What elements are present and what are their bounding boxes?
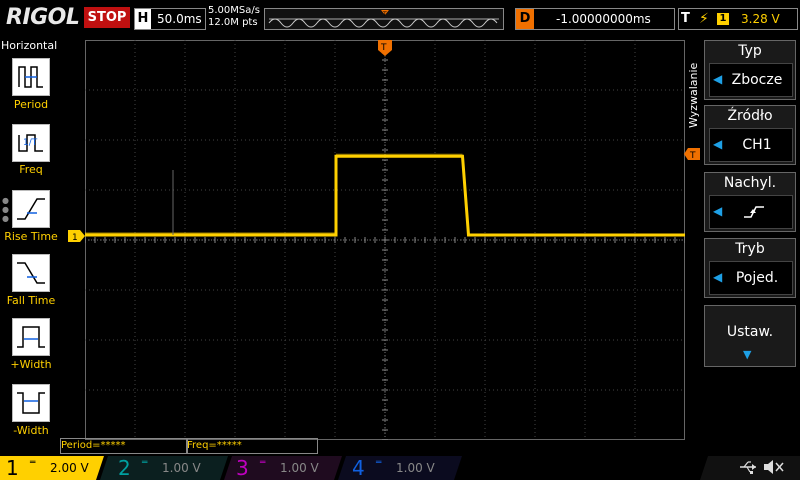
trigger-settings-header: Ustaw. [726, 324, 774, 340]
ch1-scale[interactable]: 1 ═ 2.00 V [0, 456, 100, 480]
dc-coupling-icon: ═ [376, 458, 382, 468]
ch4-scale[interactable]: 4 ═ 1.00 V [346, 456, 456, 480]
selector-arrow-icon: ◀ [713, 204, 723, 218]
negative-width-icon [17, 392, 45, 414]
svg-text:T: T [380, 43, 387, 53]
trigger-slope-softkey[interactable]: Nachyl. ◀ [704, 172, 796, 232]
fall-time-icon [17, 262, 45, 284]
svg-text:Wyzwalanie: Wyzwalanie [687, 62, 700, 128]
ch2-scale[interactable]: 2 ═ 1.00 V [112, 456, 222, 480]
period-icon [18, 66, 43, 88]
rise-time-label: Rise Time [4, 230, 58, 243]
ch1-offset-marker[interactable]: 1 [68, 230, 86, 242]
negative-width-label: -Width [13, 424, 49, 437]
svg-text:T: T [382, 11, 387, 18]
trigger-level-marker[interactable]: T [684, 148, 700, 160]
trigger-channel-badge: 1 [717, 13, 729, 25]
speaker-muted-icon[interactable] [762, 458, 786, 476]
measure-negative-width-button[interactable] [12, 384, 50, 422]
trigger-source-value: CH1 [742, 137, 772, 153]
trigger-source-header: Źródło [727, 108, 773, 124]
measure-freq-button[interactable]: 1/T [12, 124, 50, 162]
measure-period-button[interactable] [12, 58, 50, 96]
measure-freq-result: Freq=***** [186, 438, 318, 454]
period-label: Period [13, 98, 49, 111]
trigger-type-header: Typ [738, 43, 762, 59]
ch3-scale[interactable]: 3 ═ 1.00 V [230, 456, 340, 480]
measure-menu-title: Horizontal [1, 39, 58, 52]
selector-arrow-icon: ◀ [713, 270, 723, 284]
trigger-type-softkey[interactable]: Typ ◀ Zbocze [704, 40, 796, 100]
oscilloscope-graticule[interactable] [85, 40, 685, 440]
trigger-settings-softkey[interactable]: Ustaw. ▼ [704, 305, 796, 367]
delay-key: D [516, 9, 534, 29]
positive-width-icon [17, 326, 45, 348]
menu-page-dots: ● ● ● [2, 196, 9, 223]
trigger-slope-header: Nachyl. [723, 175, 777, 191]
ch1-waveform-envelope [85, 153, 463, 234]
trigger-position-marker[interactable]: T [378, 40, 392, 56]
timebase-box[interactable]: H 50.0ms [134, 8, 206, 30]
positive-width-label: +Width [10, 358, 52, 371]
timebase-value: 50.0ms [157, 12, 202, 26]
svg-text:T: T [689, 151, 696, 160]
memory-overview-strip[interactable]: T [264, 8, 504, 30]
freq-label: Freq [19, 163, 43, 176]
delay-value: -1.00000000ms [556, 12, 651, 26]
timebase-key: H [135, 9, 151, 29]
dc-coupling-icon: ═ [260, 458, 266, 468]
top-status-bar: RIGOL STOP H 50.0ms 5.00MSa/s 12.0M pts … [0, 0, 800, 36]
trigger-level: 3.28 V [741, 12, 780, 26]
rising-slope-icon [744, 206, 764, 218]
svg-text:1: 1 [72, 233, 78, 242]
sample-rate: 5.00MSa/s [208, 5, 260, 16]
dc-coupling-icon: ═ [142, 458, 148, 468]
dc-coupling-icon: ═ [30, 458, 36, 468]
expand-down-icon: ▼ [743, 348, 752, 361]
rising-edge-icon: ⚡ [699, 11, 709, 27]
trigger-mode-softkey[interactable]: Tryb ◀ Pojed. [704, 238, 796, 298]
run-status-badge[interactable]: STOP [84, 7, 130, 28]
rigol-logo: RIGOL [6, 5, 80, 30]
selector-arrow-icon: ◀ [713, 72, 723, 86]
trigger-mode-value: Pojed. [735, 270, 779, 286]
memory-depth: 12.0M pts [208, 17, 258, 28]
trigger-box[interactable]: T ⚡ 1 3.28 V [678, 8, 798, 30]
trigger-type-value: Zbocze [731, 72, 783, 88]
measure-positive-width-button[interactable] [12, 318, 50, 356]
measure-fall-time-button[interactable] [12, 254, 50, 292]
measure-rise-time-button[interactable] [12, 190, 50, 228]
measure-period-result: Period=***** [60, 438, 188, 454]
acquisition-info: 5.00MSa/s 12.0M pts [208, 5, 260, 29]
fall-time-label: Fall Time [6, 294, 56, 307]
memory-overview-waveform: T [268, 10, 499, 28]
trigger-key: T [681, 11, 690, 26]
usb-icon [740, 461, 756, 474]
rise-time-icon [17, 198, 45, 220]
selector-arrow-icon: ◀ [713, 137, 723, 151]
frequency-icon: 1/T [18, 134, 43, 152]
trigger-source-softkey[interactable]: Źródło ◀ CH1 [704, 105, 796, 165]
trigger-mode-header: Tryb [735, 241, 765, 257]
svg-text:1/T: 1/T [23, 138, 38, 148]
delay-box[interactable]: D -1.00000000ms [515, 8, 675, 30]
trigger-menu-title: Wyzwalanie [687, 62, 700, 128]
